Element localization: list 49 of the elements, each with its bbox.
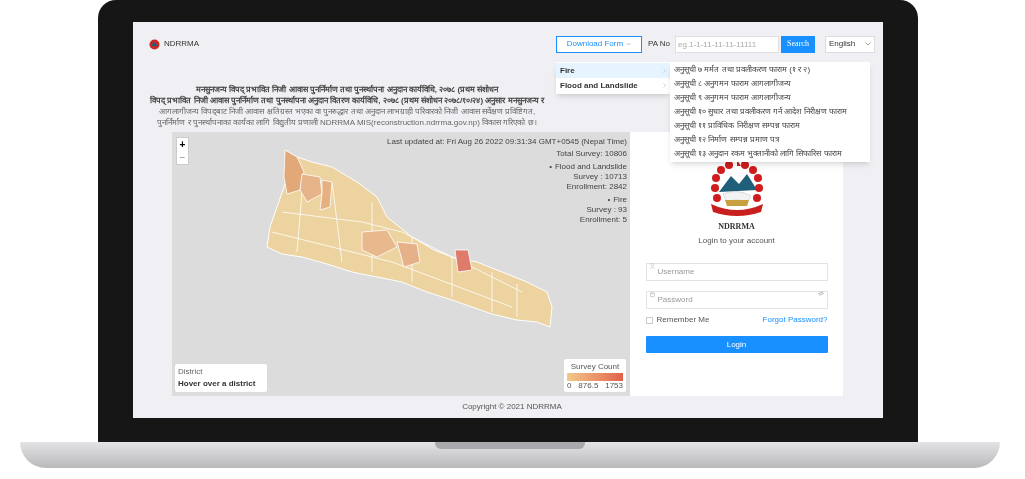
survey-count: Survey : 10713: [573, 172, 627, 182]
zoom-button[interactable]: +: [177, 138, 188, 151]
language-select[interactable]: English: [825, 35, 875, 53]
legend-tick: 876.5: [578, 381, 599, 390]
chevron-right-icon: [663, 68, 666, 73]
login-subtitle: Login to your account: [698, 235, 775, 247]
legend-tick: 1753: [605, 381, 623, 390]
last-updated-text: Last updated at: Fri Aug 26 2022 09:31:34 GMT+0545 (Nepal Time): [387, 137, 627, 147]
submenu-item[interactable]: अनुसूची ९ अनुगमन फाराम आगलागीजन्य: [670, 91, 870, 105]
remember-label: Remember Me: [656, 314, 710, 326]
submenu-item[interactable]: अनुसूची १३ अनुदान रकम भुक्तानीको लागि सिफारिस फाराम: [670, 147, 870, 161]
survey-count: Survey : 93: [586, 205, 627, 215]
category-name: Fire: [613, 195, 627, 205]
menu-item[interactable]: Flood and Landslide: [556, 78, 670, 93]
notice-text: विपद्‌ प्रभावित निजी आवास पुनर्निर्माण तथा पुनर्स्थापना अनुदान वितरण कार्यविधि, २०७८ (प्रथम संशोधन २०७८/१०/२४) अनुसार मनसुनजन्य र: [150, 95, 544, 106]
total-survey-text: Total Survey: 10806: [556, 149, 627, 159]
remember-checkbox[interactable]: [645, 316, 653, 324]
color-scale: [567, 373, 623, 381]
copyright-text: Copyright © 2021 NDRRMA: [462, 401, 562, 413]
district-hint: Hover over a district: [178, 378, 257, 390]
username-field[interactable]: Username: [645, 262, 828, 281]
notice-text: आगलागीजन्य विपद्‌बाट निजी आवास क्षतिग्रस्त भएका वा पुनरुद्धार तथा अनुदान लाभग्राही परिवारको निजी आवास सर्वेक्षण प्रविष्टिगत,: [158, 106, 536, 117]
pa-no-label: PA No: [647, 38, 670, 50]
lock-icon: [649, 291, 655, 297]
legend-tick: 0: [567, 381, 572, 390]
submenu-item[interactable]: अनुसूची ७ मर्मत तथा प्रवलीकरण फाराम (१ र २): [670, 63, 870, 77]
submenu-item[interactable]: अनुसूची १० सुधार तथा प्रवलीकरण गर्न आदेश निरीक्षण फाराम: [670, 105, 870, 119]
chevron-right-icon: [663, 83, 666, 88]
bullet: •: [607, 195, 611, 205]
enrollment-count: Enrollment: 2842: [566, 182, 627, 192]
submenu-item[interactable]: अनुसूची ८ अनुगमन फाराम आगलागीजन्य: [670, 77, 870, 91]
bullet: •: [549, 162, 552, 172]
submenu-item[interactable]: अनुसूची १२ निर्माण सम्पन्न प्रमाण पत्र: [670, 133, 870, 147]
notice-text: पुनर्निर्माण र पुनर्स्थापनाका कार्यका लागि विद्युतीय प्रणाली NDRRMA MIS(reconstruction.ndrrma.gov.np) विकास गरिएको छ।: [157, 117, 537, 128]
eye-off-icon: [817, 291, 824, 296]
submenu-item[interactable]: अनुसूची ११ प्राविधिक निरीक्षण सम्पन्न फाराम: [670, 119, 870, 133]
pa-no-field[interactable]: eg.1-1-11-11-11-11111: [675, 35, 779, 53]
chevron-down-icon: [865, 42, 871, 46]
district-label: District: [178, 366, 204, 378]
category-name: Flood and Landslide: [554, 162, 627, 172]
emblem-icon: [149, 38, 160, 50]
password-field[interactable]: Password: [645, 290, 828, 309]
notice-text: मनसुनजन्य विपद्‌ प्रभावित निजी आवास पुनर्निर्माण तथा पुनर्स्थापना अनुदान कार्यविधि, २०७८ (प्रथम संशोधन: [195, 84, 499, 95]
menu-item[interactable]: Fire: [556, 63, 670, 78]
org-name: NDRRMA: [718, 221, 755, 233]
user-icon: [649, 263, 655, 269]
legend-title: Survey Count: [570, 361, 620, 373]
site-name: NDRRMA: [164, 38, 200, 50]
enrollment-count: Enrollment: 5: [579, 215, 627, 225]
